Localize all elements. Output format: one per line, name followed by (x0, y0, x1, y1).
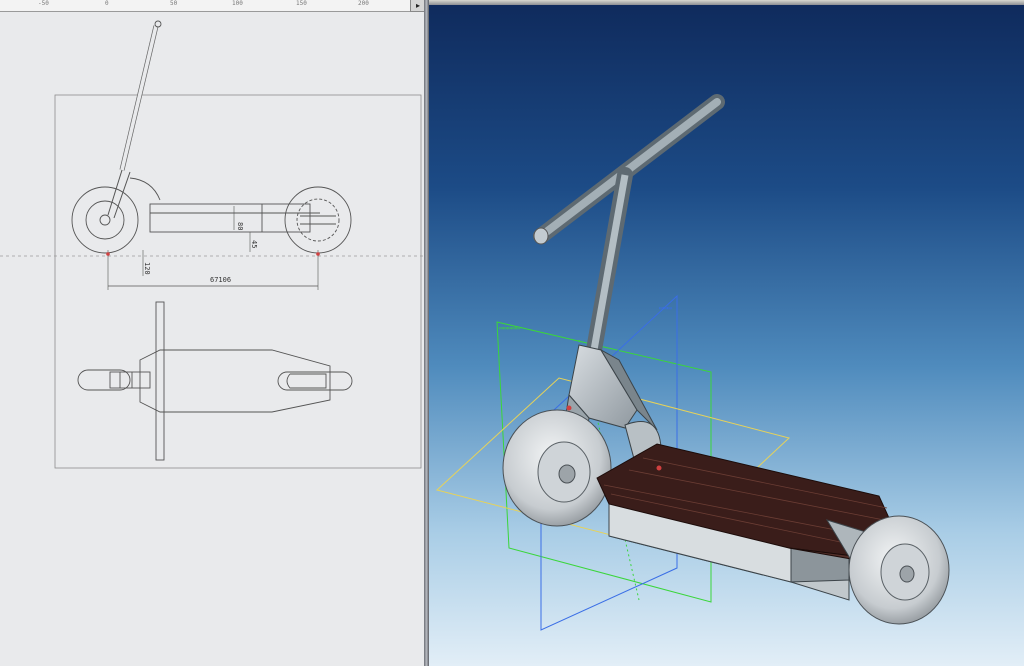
svg-text:▭▭▭▭▭: ▭▭▭▭▭ (499, 324, 520, 332)
dim-height-1: 80 (236, 222, 244, 230)
side-view (71, 20, 352, 290)
drawing-canvas: 80 45 120 67106 (0, 20, 424, 469)
sketch-point (566, 405, 572, 411)
datum-point (106, 252, 110, 256)
drawing-sheet-pane[interactable]: -50 0 50 100 150 200 ▸ 80 45 120 67106 (0, 0, 424, 666)
dim-ground-clearance: 120 (143, 262, 151, 275)
top-view (77, 301, 353, 461)
datum-point (316, 252, 320, 256)
3d-model-viewport[interactable]: ▭▭▭▭▭ ▭▭▭ (429, 0, 1024, 666)
handlebar (533, 94, 725, 358)
model-canvas: ▭▭▭▭▭ ▭▭▭ (435, 94, 950, 631)
dim-overall-length: 67106 (210, 276, 231, 284)
dim-height-2: 45 (250, 240, 258, 248)
front-wheel (502, 409, 612, 527)
svg-text:▭▭▭: ▭▭▭ (659, 304, 672, 312)
sketch-point (656, 465, 662, 471)
